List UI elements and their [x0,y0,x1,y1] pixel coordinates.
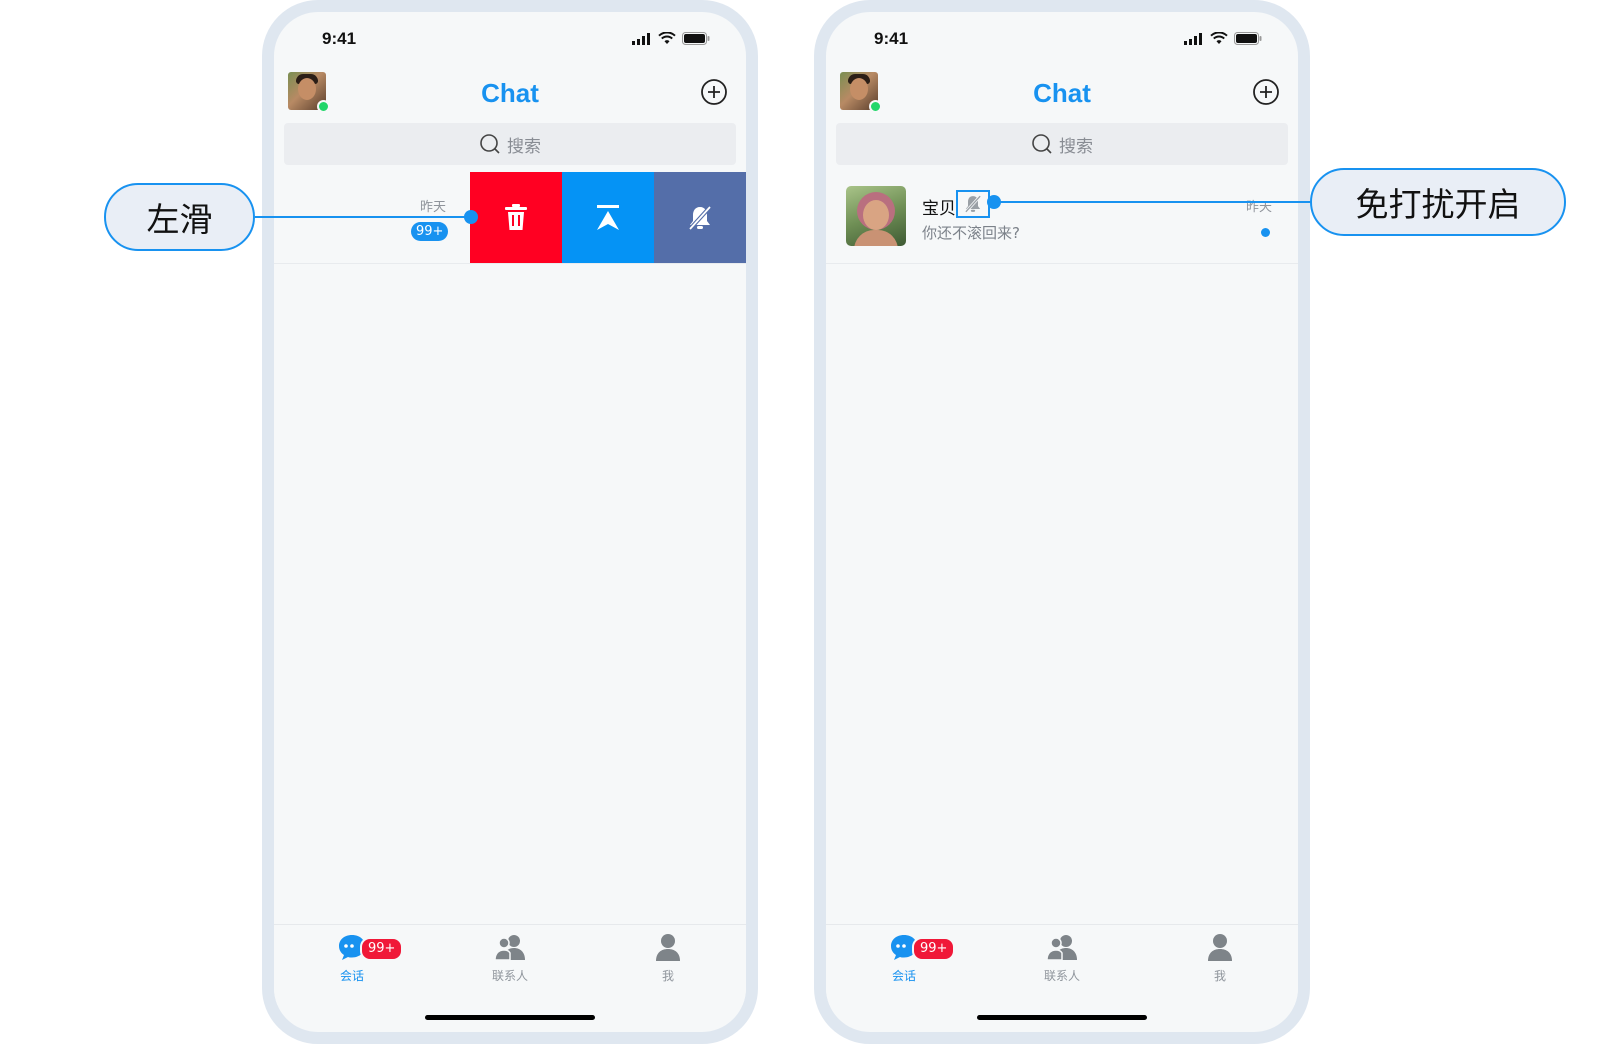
annotation-line-left [255,216,470,218]
unread-badge: 99+ [411,222,449,241]
tab-conversations[interactable]: 99+ 会话 [854,933,956,984]
tab-me[interactable]: 我 [1170,933,1270,984]
annotation-dnd-on: 免打扰开启 [1310,168,1566,236]
tab-me[interactable]: 我 [618,933,718,984]
tab-badge: 99+ [360,937,404,961]
person-icon [1208,934,1232,961]
add-button[interactable] [1252,78,1280,106]
contact-avatar [846,186,906,246]
status-icons [632,32,710,45]
tab-contacts[interactable]: 联系人 [460,933,560,984]
avatar-body [854,230,898,246]
unread-dot [1261,228,1270,237]
wifi-icon [1210,32,1228,44]
status-time: 9:41 [322,29,357,48]
avatar-face [863,200,889,230]
tab-label: 联系人 [491,969,528,983]
contacts-icon [494,935,525,961]
swipe-actions [470,172,746,263]
tab-label: 联系人 [1043,969,1080,983]
pin-to-top-icon [597,204,619,230]
pin-to-top-button[interactable] [562,172,654,263]
nav-bar: Chat [274,70,746,114]
search-placeholder: 搜索 [507,136,541,157]
phone-frame-left: 9:41 Chat 搜索 昨天 99+ 99+ 会话 联系人 我 [262,0,758,1044]
last-message: 你还不滚回来? [922,224,1020,242]
contact-name: 宝贝 [922,199,956,219]
delete-button[interactable] [470,172,562,263]
tab-label: 我 [1213,969,1226,983]
signal-icon [1184,32,1202,45]
page-title: Chat [481,78,539,108]
delete-icon [505,203,527,230]
status-icons [1184,32,1262,45]
nav-bar: Chat [826,70,1298,114]
wifi-icon [658,32,676,44]
signal-icon [632,32,650,45]
conversation-row-swiped[interactable]: 昨天 99+ [274,172,746,264]
person-icon [656,934,680,961]
page-title: Chat [1033,78,1091,108]
search-bar[interactable]: 搜索 [836,123,1288,165]
row-time: 昨天 [1245,200,1272,215]
search-icon [480,134,500,154]
annotation-dot-left [464,210,478,224]
phone-frame-right: 9:41 Chat 搜索 宝贝 昨天 你还不滚回来? 99+ 会话 联系人 我 [814,0,1310,1044]
annotation-swipe-left: 左滑 [104,183,255,251]
battery-icon [682,32,710,45]
mute-bell-icon [688,205,712,230]
tab-badge: 99+ [912,937,956,961]
annotation-dot-right [987,195,1001,209]
muted-indicator [956,190,990,218]
row-time: 昨天 [420,200,447,215]
contacts-icon [1046,935,1077,961]
home-indicator [977,1015,1147,1020]
tab-bar: 99+ 会话 联系人 我 [274,924,746,1005]
tab-contacts[interactable]: 联系人 [1012,933,1112,984]
search-bar[interactable]: 搜索 [284,123,736,165]
search-placeholder: 搜索 [1059,136,1093,157]
status-time: 9:41 [874,29,909,48]
mute-bell-icon [964,195,982,213]
tab-bar: 99+ 会话 联系人 我 [826,924,1298,1005]
tab-label: 会话 [891,969,916,983]
add-button[interactable] [700,78,728,106]
search-icon [1032,134,1052,154]
tab-conversations[interactable]: 99+ 会话 [302,933,404,984]
battery-icon [1234,32,1262,45]
home-indicator [425,1015,595,1020]
status-bar: 9:41 [826,12,1298,64]
status-bar: 9:41 [274,12,746,64]
annotation-line-right [994,201,1310,203]
mute-button[interactable] [654,172,746,263]
tab-label: 会话 [339,969,364,983]
tab-label: 我 [661,969,674,983]
conversation-row[interactable]: 宝贝 昨天 你还不滚回来? [826,172,1298,264]
